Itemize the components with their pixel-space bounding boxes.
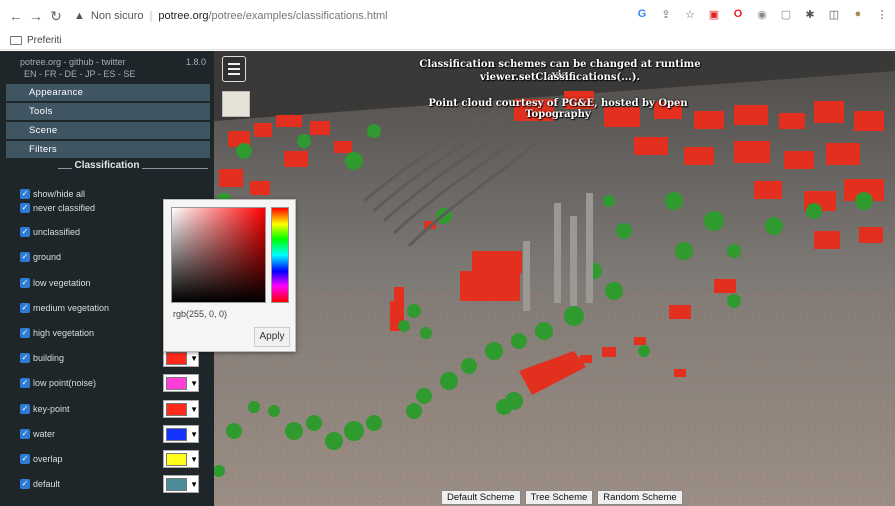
random-scheme-button[interactable]: Random Scheme (597, 490, 683, 505)
class-row-default[interactable]: ✓ default ▼ (20, 474, 210, 494)
color-swatch (166, 427, 188, 441)
color-dropdown-key-point[interactable]: ▼ (163, 400, 199, 418)
color-swatch (166, 452, 188, 466)
header-links[interactable]: potree.org - github - twitter (20, 57, 126, 67)
bookmarks-folder[interactable]: Preferiti (27, 35, 61, 46)
warning-icon: ▲ (74, 10, 85, 22)
dropdown-arrow-icon: ▼ (190, 404, 198, 414)
menu-dots-icon[interactable]: ⋮ (875, 7, 889, 21)
dropdown-arrow-icon: ▼ (190, 353, 198, 363)
extension-icon[interactable]: ◉ (755, 7, 769, 21)
checkbox-icon[interactable]: ✓ (20, 454, 30, 464)
back-arrow-icon[interactable]: ← (6, 8, 26, 24)
dropdown-arrow-icon: ▼ (190, 378, 198, 388)
color-swatch (166, 402, 188, 416)
dropdown-arrow-icon: ▼ (190, 479, 198, 489)
checkbox-icon[interactable]: ✓ (20, 203, 30, 213)
rgb-value-text: rgb(255, 0, 0) (173, 309, 228, 319)
accordion-tools[interactable]: Tools (6, 103, 210, 120)
class-label: building (33, 353, 65, 363)
class-label: key-point (33, 404, 70, 414)
forward-arrow-icon[interactable]: → (26, 8, 46, 24)
video-icon[interactable]: ▣ (707, 7, 721, 21)
google-icon[interactable]: G (635, 7, 649, 21)
checkbox-icon[interactable]: ✓ (20, 353, 30, 363)
accordion-scene[interactable]: Scene (6, 122, 210, 139)
dropdown-arrow-icon: ▼ (190, 454, 198, 464)
class-label: never classified (33, 203, 96, 213)
checkbox-icon[interactable]: ✓ (20, 429, 30, 439)
browser-toolbar: ← → ↻ ▲ Non sicuro | potree.org/potree/e… (0, 0, 895, 32)
sidebar-header: potree.org - github - twitter 1.8.0 (0, 51, 214, 67)
checkbox-icon[interactable]: ✓ (20, 378, 30, 388)
color-picker-popup: rgb(255, 0, 0) Apply (163, 199, 296, 352)
class-label: high vegetation (33, 328, 95, 338)
classification-section-title: Classification (6, 160, 208, 176)
url-path: /potree/examples/classifications.html (208, 10, 388, 22)
hue-slider[interactable] (271, 207, 289, 303)
class-row-overlap[interactable]: ✓ overlap ▼ (20, 449, 210, 469)
accordion: Appearance Tools Scene Filters (6, 84, 210, 158)
class-row-key-point[interactable]: ✓ key-point ▼ (20, 399, 210, 419)
share-icon[interactable]: ⇪ (659, 7, 673, 21)
extension-area: G ⇪ ☆ ▣ O ◉ ▢ ✱ ◫ ● ⋮ (635, 7, 889, 21)
accordion-filters[interactable]: Filters (6, 141, 210, 158)
minimap-thumbnail[interactable] (222, 91, 250, 117)
class-label: ground (33, 252, 62, 262)
accordion-appearance[interactable]: Appearance (6, 84, 210, 101)
class-label: low vegetation (33, 278, 91, 288)
url-host: potree.org (158, 10, 209, 22)
star-icon[interactable]: ☆ (683, 7, 697, 21)
address-bar[interactable]: ▲ Non sicuro | potree.org/potree/example… (74, 4, 388, 28)
color-swatch (166, 351, 188, 365)
profile-avatar-icon[interactable]: ● (851, 7, 865, 21)
color-dropdown-low-point[interactable]: ▼ (163, 374, 199, 392)
checkbox-icon[interactable]: ✓ (20, 479, 30, 489)
bookmarks-bar: Preferiti (0, 32, 895, 50)
puzzle-icon[interactable]: ✱ (803, 7, 817, 21)
class-row-low-point-noise[interactable]: ✓ low point(noise) ▼ (20, 373, 210, 393)
tree-scheme-button[interactable]: Tree Scheme (524, 490, 594, 505)
page: ← → ↻ ▲ Non sicuro | potree.org/potree/e… (0, 0, 895, 506)
color-dropdown-overlap[interactable]: ▼ (163, 450, 199, 468)
credit-text: Point cloud courtesy of PG&E, hosted by … (428, 98, 688, 120)
class-label: water (33, 429, 56, 439)
folder-icon (10, 36, 22, 45)
reload-icon[interactable]: ↻ (46, 8, 66, 25)
class-label: unclassified (33, 227, 81, 237)
opera-icon[interactable]: O (731, 7, 745, 21)
version-label: 1.8.0 (185, 57, 206, 67)
not-secure-label: Non sicuro (90, 10, 144, 22)
class-label: overlap (33, 454, 63, 464)
checkbox-icon[interactable]: ✓ (20, 303, 30, 313)
separator: | (149, 10, 153, 22)
color-swatch (166, 477, 188, 491)
language-links[interactable]: EN - FR - DE - JP - ES - SE (0, 67, 214, 81)
class-label: medium vegetation (33, 303, 110, 313)
checkbox-icon[interactable]: ✓ (20, 328, 30, 338)
menu-toggle-button[interactable] (222, 56, 246, 82)
class-label: default (33, 479, 61, 489)
apply-button[interactable]: Apply (254, 327, 290, 347)
checkbox-icon[interactable]: ✓ (20, 252, 30, 262)
color-swatch (166, 376, 188, 390)
sidepanel-icon[interactable]: ◫ (827, 7, 841, 21)
color-dropdown-default[interactable]: ▼ (163, 475, 199, 493)
checkbox-icon[interactable]: ✓ (20, 278, 30, 288)
caption-line-2: viewer.setClassifications(...). (480, 72, 640, 83)
default-scheme-button[interactable]: Default Scheme (441, 490, 521, 505)
class-row-water[interactable]: ✓ water ▼ (20, 424, 210, 444)
color-dropdown-water[interactable]: ▼ (163, 425, 199, 443)
class-label: low point(noise) (33, 378, 97, 388)
window-icon[interactable]: ▢ (779, 7, 793, 21)
dropdown-arrow-icon: ▼ (190, 429, 198, 439)
scheme-buttons: Default Scheme Tree Scheme Random Scheme (441, 490, 683, 505)
saturation-value-area[interactable] (171, 207, 266, 303)
checkbox-icon[interactable]: ✓ (20, 227, 30, 237)
checkbox-icon[interactable]: ✓ (20, 404, 30, 414)
